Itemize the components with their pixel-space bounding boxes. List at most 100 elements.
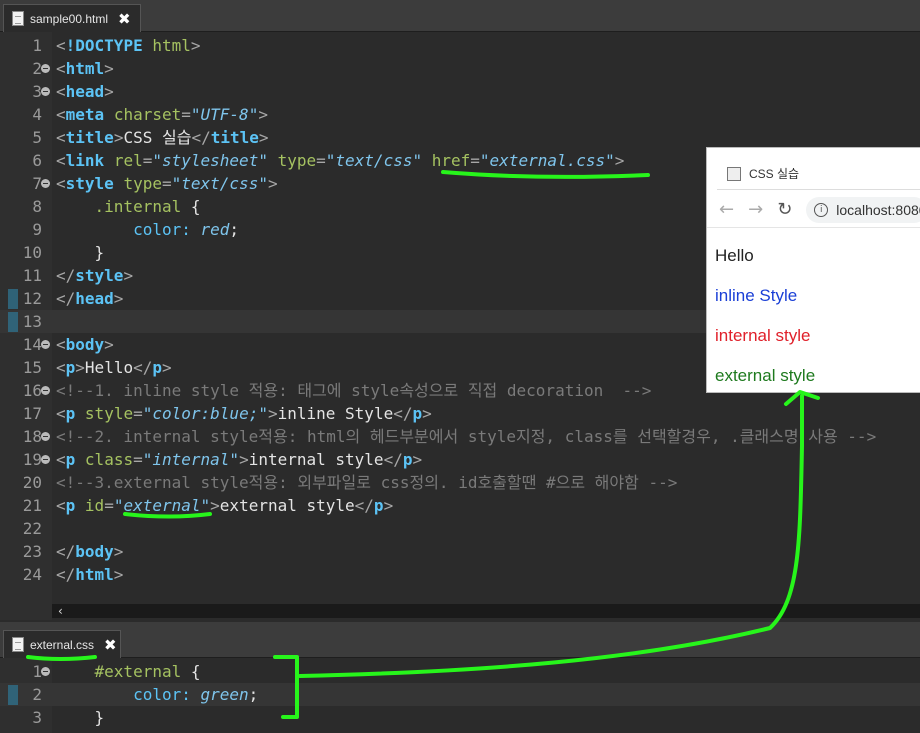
close-tab-icon[interactable]: ✖ xyxy=(104,636,117,654)
forward-arrow-icon[interactable]: → xyxy=(748,199,763,220)
url-text[interactable]: localhost:8080 xyxy=(836,202,920,218)
fold-toggle-icon[interactable] xyxy=(41,340,50,349)
browser-tab[interactable]: CSS 실습 xyxy=(717,158,920,190)
css-code-editor[interactable]: 1 #external {2 color: green; 3 } xyxy=(0,658,920,733)
code-text[interactable]: <!--1. inline style 적용: 태그에 style속성으로 직접… xyxy=(56,379,651,402)
code-text[interactable]: <p class="internal">internal style</p> xyxy=(56,448,422,471)
code-text[interactable]: color: green; xyxy=(56,683,258,706)
code-line[interactable]: 4 <meta charset="UTF-8"> xyxy=(0,103,920,126)
tab-external-css[interactable]: external.css ✖ xyxy=(3,630,121,658)
line-number: 3 xyxy=(32,82,42,101)
line-number: 17 xyxy=(22,404,42,423)
code-text[interactable]: </head> xyxy=(56,287,123,310)
browser-toolbar: ← → ↻ i localhost:8080 xyxy=(707,192,920,228)
line-number: 15 xyxy=(22,358,42,377)
editor-tab-bar: sample00.html ✖ xyxy=(0,0,920,32)
code-text[interactable]: <meta charset="UTF-8"> xyxy=(56,103,268,126)
html-file-icon xyxy=(12,11,24,26)
fold-toggle-icon[interactable] xyxy=(41,667,50,676)
line-number: 2 xyxy=(32,59,42,78)
code-text[interactable]: <html> xyxy=(56,57,114,80)
code-text[interactable]: } xyxy=(56,706,105,729)
code-line[interactable]: 3 <head> xyxy=(0,80,920,103)
tab-filename: external.css xyxy=(30,637,95,652)
back-arrow-icon[interactable]: ← xyxy=(719,199,734,220)
page-paragraph: internal style xyxy=(715,326,811,345)
line-number: 3 xyxy=(32,708,42,727)
reload-icon[interactable]: ↻ xyxy=(777,199,792,220)
line-number: 10 xyxy=(22,243,42,262)
code-text[interactable]: <p id="external">external style</p> xyxy=(56,494,393,517)
fold-toggle-icon[interactable] xyxy=(41,64,50,73)
code-text[interactable]: #external { xyxy=(56,660,201,683)
address-bar[interactable]: i localhost:8080 xyxy=(806,196,920,223)
line-number: 5 xyxy=(32,128,42,147)
page-paragraph: Hello xyxy=(715,246,754,265)
code-text[interactable]: </style> xyxy=(56,264,133,287)
code-line[interactable]: 19 <p class="internal">internal style</p> xyxy=(0,448,920,471)
code-line[interactable]: 5 <title>CSS 실습</title> xyxy=(0,126,920,149)
code-text[interactable]: <!DOCTYPE html> xyxy=(56,34,201,57)
code-line[interactable]: 17 <p style="color:blue;">inline Style</p… xyxy=(0,402,920,425)
line-number: 22 xyxy=(22,519,42,538)
line-number: 6 xyxy=(32,151,42,170)
code-line[interactable]: 20 <!--3.external style적용: 외부파일로 css정의. i… xyxy=(0,471,920,494)
horizontal-scrollbar[interactable]: ‹ xyxy=(52,604,920,618)
fold-toggle-icon[interactable] xyxy=(41,455,50,464)
code-line[interactable]: 1 #external { xyxy=(0,660,920,683)
code-text[interactable]: <p style="color:blue;">inline Style</p> xyxy=(56,402,432,425)
tab-filename: sample00.html xyxy=(30,11,109,26)
code-line[interactable]: 22 xyxy=(0,517,920,540)
code-line[interactable]: 1 <!DOCTYPE html> xyxy=(0,34,920,57)
code-line[interactable]: 21 <p id="external">external style</p> xyxy=(0,494,920,517)
code-text[interactable]: <title>CSS 실습</title> xyxy=(56,126,269,149)
browser-tab-title: CSS 실습 xyxy=(749,167,800,181)
code-text[interactable]: <style type="text/css"> xyxy=(56,172,278,195)
css-tab-bar: external.css ✖ xyxy=(0,622,920,658)
line-number: 11 xyxy=(22,266,42,285)
code-text[interactable]: <!--2. internal style적용: html의 헤드부분에서 st… xyxy=(56,425,876,448)
code-line[interactable]: 2 <html> xyxy=(0,57,920,80)
code-text[interactable]: </body> xyxy=(56,540,123,563)
code-text[interactable]: <!--3.external style적용: 외부파일로 css정의. id호… xyxy=(56,471,677,494)
code-line[interactable]: 18 <!--2. internal style적용: html의 헤드부분에서 … xyxy=(0,425,920,448)
browser-window: CSS 실습 ← → ↻ i localhost:8080 Hello inlin… xyxy=(706,147,920,393)
code-text[interactable]: } xyxy=(56,241,105,264)
code-line[interactable]: 3 } xyxy=(0,706,920,729)
line-number: 7 xyxy=(32,174,42,193)
line-number: 2 xyxy=(32,685,42,704)
line-number: 8 xyxy=(32,197,42,216)
fold-toggle-icon[interactable] xyxy=(41,386,50,395)
code-text[interactable]: <head> xyxy=(56,80,114,103)
close-tab-icon[interactable]: ✖ xyxy=(118,10,131,28)
line-number: 18 xyxy=(22,427,42,446)
line-number: 19 xyxy=(22,450,42,469)
page-favicon-icon xyxy=(727,166,741,181)
code-line[interactable]: 2 color: green; xyxy=(0,683,920,706)
code-text[interactable]: <p>Hello</p> xyxy=(56,356,172,379)
fold-toggle-icon[interactable] xyxy=(41,87,50,96)
fold-toggle-icon[interactable] xyxy=(41,432,50,441)
tab-sample00-html[interactable]: sample00.html ✖ xyxy=(3,4,141,32)
code-text[interactable]: color: red; xyxy=(56,218,239,241)
code-text[interactable]: </html> xyxy=(56,563,123,586)
info-icon[interactable]: i xyxy=(814,202,829,217)
code-line[interactable]: 23 </body> xyxy=(0,540,920,563)
fold-toggle-icon[interactable] xyxy=(41,179,50,188)
line-number: 14 xyxy=(22,335,42,354)
line-number: 24 xyxy=(22,565,42,584)
page-paragraph: inline Style xyxy=(715,286,798,305)
page-paragraph: external style xyxy=(715,366,816,385)
code-text[interactable]: .internal { xyxy=(56,195,201,218)
line-number: 12 xyxy=(22,289,42,308)
line-number: 20 xyxy=(22,473,42,492)
line-number: 1 xyxy=(32,36,42,55)
line-number: 21 xyxy=(22,496,42,515)
line-number: 23 xyxy=(22,542,42,561)
scroll-left-arrow[interactable]: ‹ xyxy=(58,604,63,618)
line-number: 4 xyxy=(32,105,42,124)
code-line[interactable]: 24 </html> xyxy=(0,563,920,586)
code-text[interactable]: <link rel="stylesheet" type="text/css" h… xyxy=(56,149,624,172)
code-text[interactable]: <body> xyxy=(56,333,114,356)
line-number: 9 xyxy=(32,220,42,239)
